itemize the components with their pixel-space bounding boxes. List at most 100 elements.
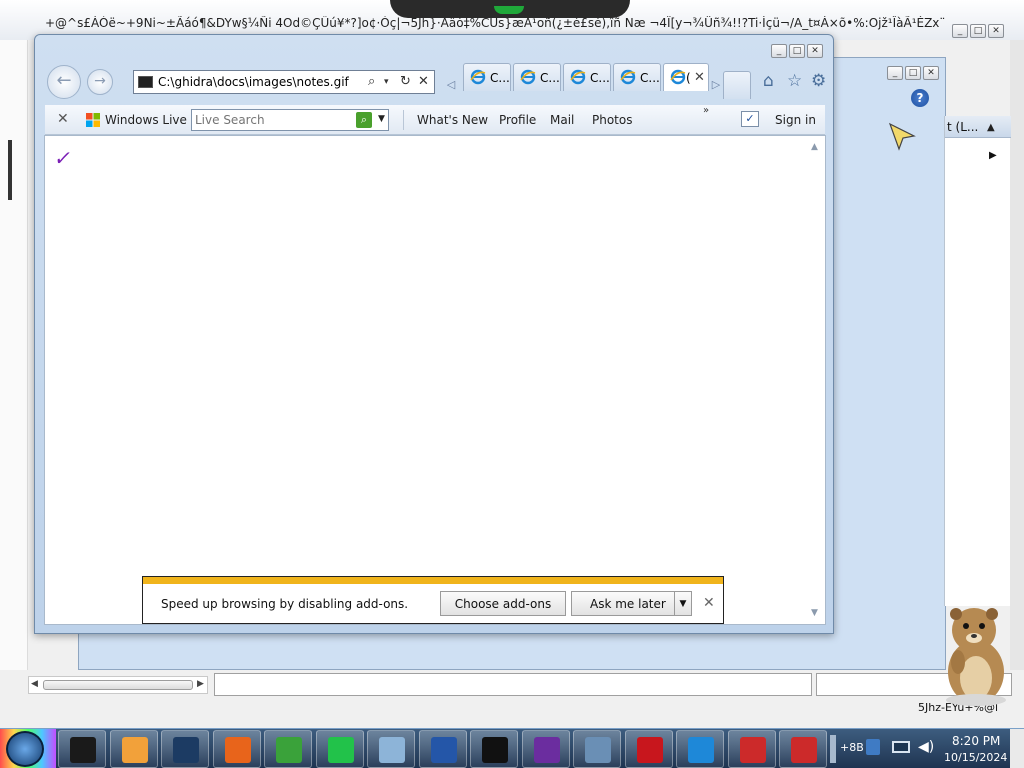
photo-viewer-side-panel: t (L... ▲ ▶: [944, 116, 1011, 606]
scroll-right-icon[interactable]: ▶: [197, 679, 204, 689]
browser-tab[interactable]: C...: [613, 63, 661, 91]
new-tab-button[interactable]: [723, 71, 751, 99]
addon-notification-bar: Speed up browsing by disabling add-ons. …: [142, 576, 724, 624]
network-icon[interactable]: [866, 739, 880, 755]
taskbar-button[interactable]: [264, 730, 312, 768]
horizontal-scrollbar[interactable]: ◀ ▶: [28, 676, 208, 694]
tab-label: C...: [590, 71, 610, 85]
browser-tab[interactable]: C...: [463, 63, 511, 91]
taskbar-button[interactable]: [727, 730, 776, 768]
whats-new-link[interactable]: What's New: [417, 113, 488, 127]
browser-tab-active[interactable]: ( ✕: [663, 63, 709, 91]
taskbar-button[interactable]: [58, 730, 106, 768]
close-button[interactable]: ✕: [923, 66, 939, 80]
sign-in-link[interactable]: Sign in: [775, 113, 816, 127]
toolbar-close-icon[interactable]: ✕: [57, 111, 69, 127]
firefox-icon: [224, 737, 251, 763]
browser-tab[interactable]: C...: [513, 63, 561, 91]
address-bar[interactable]: C:\ghidra\docs\images\notes.gif ⌕ ▾ ↻ ✕: [133, 70, 435, 94]
choose-addons-button[interactable]: Choose add-ons: [440, 591, 566, 616]
taskbar-button[interactable]: [676, 730, 724, 768]
maximize-button[interactable]: □: [789, 44, 805, 58]
start-orb-icon: [6, 731, 44, 767]
show-desktop-button[interactable]: [1010, 729, 1024, 768]
expand-right-icon[interactable]: ▶: [989, 150, 997, 161]
checkbox-icon[interactable]: ✓: [741, 111, 759, 127]
help-icon[interactable]: ?: [911, 89, 929, 107]
search-go-icon[interactable]: ⌕: [356, 112, 372, 128]
gear-icon[interactable]: ⚙: [811, 71, 826, 91]
windows-live-button[interactable]: Windows Live: [105, 113, 187, 127]
scroll-down-icon[interactable]: ▼: [811, 608, 818, 618]
top-notch-decoration: [390, 0, 630, 18]
scroll-up-icon[interactable]: ▲: [811, 142, 818, 152]
search-options-dropdown-icon[interactable]: ▼: [378, 114, 385, 124]
forward-button[interactable]: →: [87, 69, 113, 95]
taskbar-button[interactable]: [624, 730, 673, 768]
taskbar-button[interactable]: [212, 730, 261, 768]
tray-show-hidden-icon[interactable]: [830, 735, 836, 763]
clock-date[interactable]: 10/15/2024: [944, 751, 1007, 764]
tray-text: +8B: [840, 741, 864, 754]
taskbar-button[interactable]: [573, 730, 621, 768]
background-window-title: +@^s£ÁÓë~+9Ni~±Ãáó¶&DYw§¼Ñi 4Od©ÇÛú¥*?]o…: [45, 16, 945, 30]
stop-icon[interactable]: ✕: [418, 74, 429, 89]
taskbar: +8B ◀) 8:20 PM 10/15/2024: [0, 728, 1024, 768]
background-right-scrollbar[interactable]: [1010, 40, 1024, 728]
clock-time[interactable]: 8:20 PM: [952, 734, 1000, 748]
ask-me-later-button[interactable]: Ask me later: [571, 591, 677, 616]
home-icon[interactable]: ⌂: [763, 71, 774, 91]
refresh-icon[interactable]: ↻: [400, 74, 411, 89]
monitor-icon[interactable]: [892, 741, 910, 753]
ie-tab-icon: [520, 69, 536, 85]
taskbar-button[interactable]: [161, 730, 209, 768]
tab-scroll-right-icon[interactable]: ▷: [709, 71, 723, 99]
minimize-button[interactable]: _: [952, 24, 968, 38]
taskbar-button[interactable]: [418, 730, 467, 768]
browser-tab[interactable]: C...: [563, 63, 611, 91]
colorful-app-icon: [327, 737, 354, 763]
profile-link[interactable]: Profile: [499, 113, 536, 127]
internet-explorer-icon: [688, 737, 714, 763]
visual-studio-icon: [533, 737, 560, 763]
maximize-button[interactable]: □: [970, 24, 986, 38]
taskbar-button[interactable]: [367, 730, 415, 768]
tab-label: C...: [490, 71, 510, 85]
tab-label: (: [686, 71, 691, 85]
notification-accent-stripe: [143, 577, 723, 584]
search-dropdown-icon[interactable]: ▾: [384, 77, 389, 87]
tab-close-icon[interactable]: ✕: [694, 70, 705, 85]
taskbar-button[interactable]: [109, 730, 158, 768]
back-button[interactable]: ←: [47, 65, 81, 99]
close-button[interactable]: ✕: [807, 44, 823, 58]
taskbar-button[interactable]: [779, 730, 827, 768]
live-search-input[interactable]: [192, 110, 352, 130]
vertical-scrollbar[interactable]: ▲ ▼: [809, 142, 823, 620]
close-button[interactable]: ✕: [988, 24, 1004, 38]
notification-close-icon[interactable]: ✕: [703, 595, 715, 611]
scroll-thumb[interactable]: [43, 680, 193, 690]
start-button[interactable]: [0, 729, 56, 768]
ask-later-dropdown-icon[interactable]: ▼: [674, 591, 692, 616]
notch-led-icon: [494, 6, 524, 14]
favorites-star-icon[interactable]: ☆: [787, 71, 802, 91]
search-icon[interactable]: ⌕: [368, 74, 375, 89]
mail-link[interactable]: Mail: [550, 113, 574, 127]
scroll-left-icon[interactable]: ◀: [31, 679, 38, 689]
ie-tab-icon: [620, 69, 636, 85]
address-text: C:\ghidra\docs\images\notes.gif: [158, 75, 349, 89]
maximize-button[interactable]: □: [905, 66, 921, 80]
minimize-button[interactable]: _: [771, 44, 787, 58]
side-panel-header[interactable]: t (L... ▲: [945, 116, 1011, 138]
taskbar-button[interactable]: [315, 730, 364, 768]
taskbar-button[interactable]: [521, 730, 570, 768]
minimize-button[interactable]: _: [887, 66, 903, 80]
tab-scroll-left-icon[interactable]: ◁: [443, 71, 459, 99]
collapse-up-icon[interactable]: ▲: [987, 122, 995, 133]
toolbox-icon: [791, 737, 817, 763]
photos-link[interactable]: Photos: [592, 113, 632, 127]
notes-checkmark-image: ✓: [52, 146, 75, 170]
volume-icon[interactable]: ◀): [918, 739, 934, 755]
taskbar-button[interactable]: [470, 730, 518, 768]
more-links-chevron-icon[interactable]: »: [703, 105, 709, 116]
